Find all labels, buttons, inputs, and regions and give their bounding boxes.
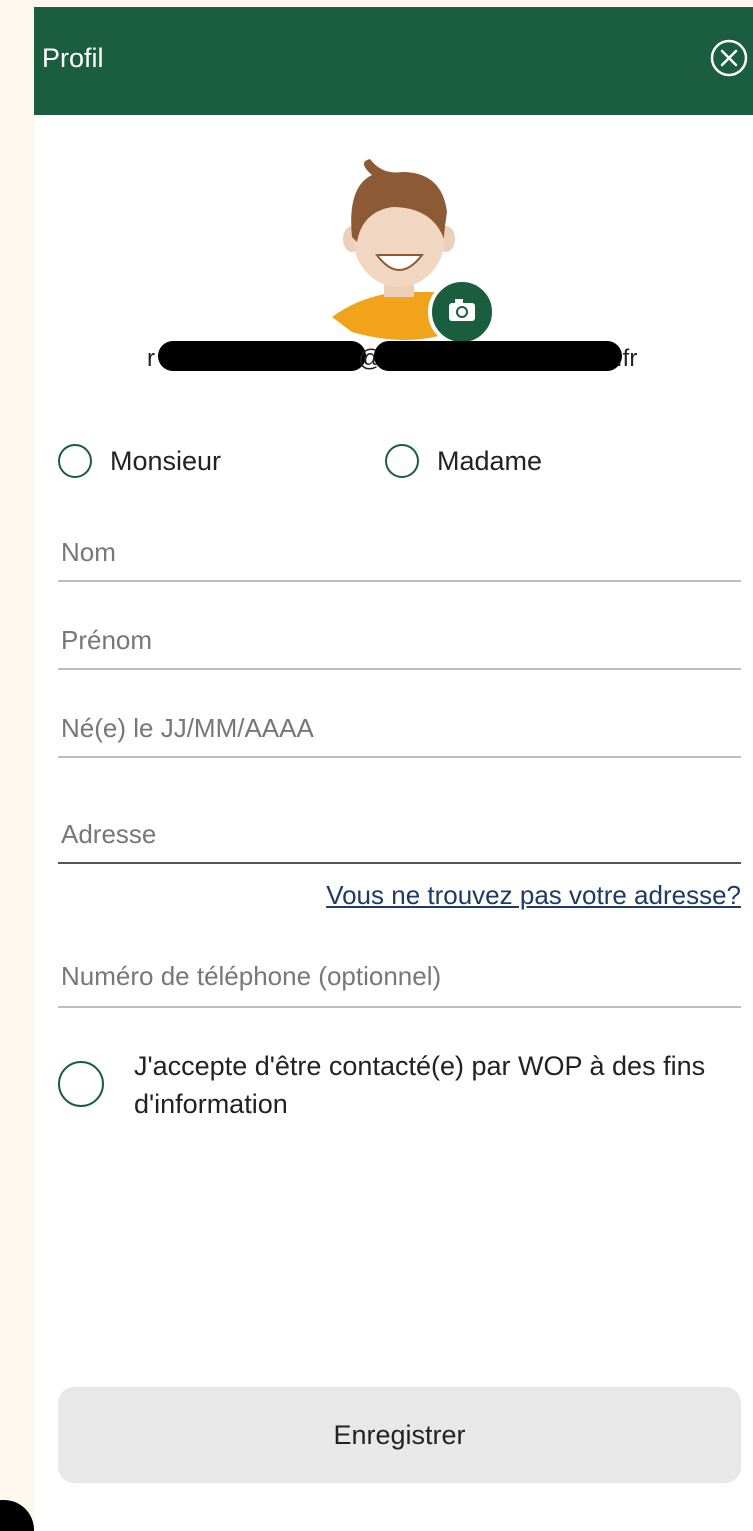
redacted-block (158, 341, 366, 371)
nom-field[interactable]: Nom (58, 529, 741, 582)
radio-madame[interactable]: Madame (385, 444, 542, 478)
consent-option[interactable]: J'accepte d'être contacté(e) par WOP à d… (58, 1047, 748, 1127)
address-not-found-link[interactable]: Vous ne trouvez pas votre adresse? (326, 880, 741, 911)
consent-radio-icon[interactable] (58, 1061, 104, 1107)
email-suffix: .fr (616, 345, 638, 372)
radio-label-monsieur: Monsieur (110, 445, 222, 476)
radio-monsieur[interactable]: Monsieur (58, 444, 221, 478)
birthdate-field[interactable]: Né(e) le JJ/MM/AAAA (58, 705, 741, 758)
consent-label: J'accepte d'être contacté(e) par WOP à d… (134, 1051, 706, 1119)
radio-label-madame: Madame (437, 445, 543, 476)
camera-icon[interactable] (429, 280, 493, 344)
telephone-placeholder: Numéro de téléphone (optionnel) (61, 961, 442, 991)
page-title: Profil (42, 43, 104, 73)
user-email: r @ .fr (34, 337, 753, 377)
birthdate-placeholder: Né(e) le JJ/MM/AAAA (61, 713, 314, 743)
redacted-block (374, 341, 622, 371)
email-prefix: r (147, 345, 155, 372)
adresse-placeholder: Adresse (61, 819, 157, 849)
telephone-field[interactable]: Numéro de téléphone (optionnel) (58, 953, 741, 1008)
prenom-field[interactable]: Prénom (58, 617, 741, 670)
adresse-field[interactable]: Adresse (58, 811, 741, 864)
profile-screen: Profil r @ .fr Monsieur Madame Nom Préno… (34, 7, 753, 1531)
app-header: Profil (34, 7, 753, 115)
prenom-placeholder: Prénom (61, 625, 153, 655)
save-button[interactable]: Enregistrer (58, 1387, 741, 1483)
nom-placeholder: Nom (61, 537, 116, 567)
close-icon[interactable] (709, 38, 749, 78)
radio-circle-icon[interactable] (58, 444, 92, 478)
device-corner (0, 1500, 34, 1531)
radio-circle-icon[interactable] (385, 444, 419, 478)
